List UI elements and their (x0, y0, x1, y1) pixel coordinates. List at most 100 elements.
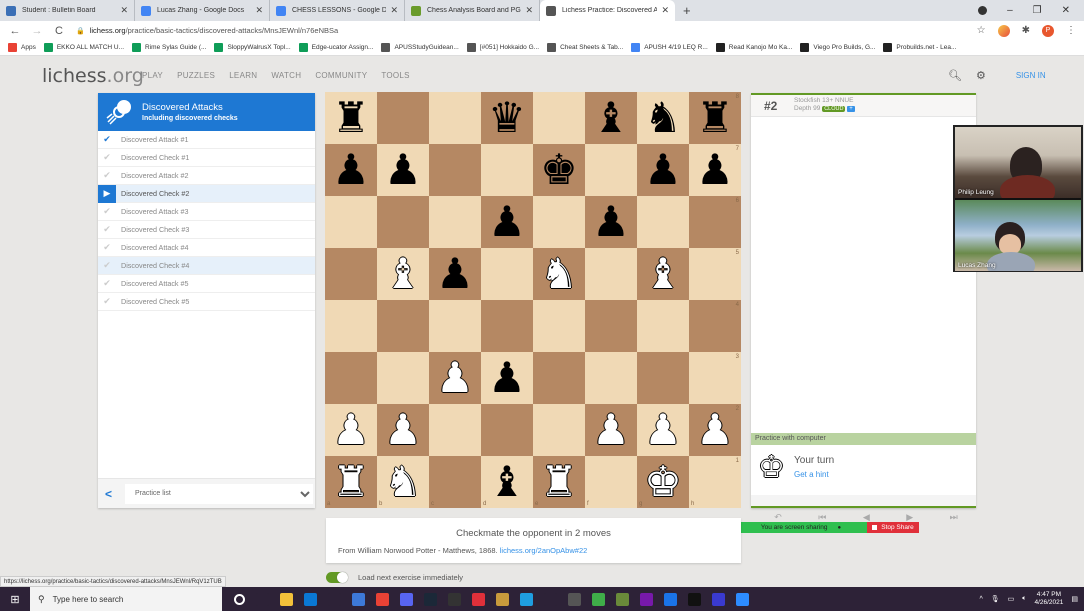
square-a1[interactable]: ♜ a (325, 456, 377, 508)
square-a8[interactable]: ♜ (325, 92, 377, 144)
mail-icon[interactable] (304, 592, 317, 606)
chevron-left-icon[interactable]: < (105, 487, 121, 501)
forward-button[interactable]: → (30, 25, 44, 37)
square-b4[interactable] (377, 300, 429, 352)
exercise-item[interactable]: ✔ Discovered Check #5 (98, 293, 315, 311)
nav-watch[interactable]: WATCH (271, 71, 301, 80)
close-tab-icon[interactable]: ✕ (390, 5, 398, 16)
black-rook-icon[interactable]: ♜ (332, 97, 370, 139)
square-f3[interactable] (585, 352, 637, 404)
square-f6[interactable]: ♟ (585, 196, 637, 248)
bookmark-item[interactable]: [#051] Hokkaido G... (466, 43, 539, 52)
square-e7[interactable]: ♚ (533, 144, 585, 196)
zoom-icon[interactable] (736, 592, 749, 606)
clock[interactable]: 4:47 PM 4/26/2021 (1034, 591, 1063, 608)
app-icon[interactable] (712, 592, 725, 606)
square-f5[interactable] (585, 248, 637, 300)
square-b7[interactable]: ♟ (377, 144, 429, 196)
white-king-icon[interactable]: ♚ (644, 461, 682, 503)
square-g3[interactable] (637, 352, 689, 404)
square-h6[interactable]: 6 (689, 196, 741, 248)
game-link[interactable]: lichess.org/2anOpAbw#22 (500, 546, 588, 555)
nav-play[interactable]: PLAY (142, 71, 163, 80)
cortana-icon[interactable] (234, 593, 245, 605)
app-icon[interactable] (328, 592, 341, 606)
square-f8[interactable]: ♝ (585, 92, 637, 144)
exercise-item[interactable]: ✔ Discovered Attack #2 (98, 167, 315, 185)
search-icon[interactable]: 🔍︎ (948, 69, 962, 82)
bookmark-item[interactable]: Cheat Sheets & Tab... (547, 43, 623, 52)
white-bishop-icon[interactable]: ♝ (644, 253, 682, 295)
square-c4[interactable] (429, 300, 481, 352)
square-c1[interactable]: c (429, 456, 481, 508)
onenote-icon[interactable] (640, 592, 653, 606)
square-a3[interactable] (325, 352, 377, 404)
browser-tab[interactable]: CHESS LESSONS - Google Docs✕ (270, 0, 405, 21)
app-icon[interactable] (616, 592, 629, 606)
square-e2[interactable] (533, 404, 585, 456)
bookmark-item[interactable]: SloppyWalrusX Topl... (214, 43, 291, 52)
white-pawn-icon[interactable]: ♟ (644, 409, 682, 451)
taskbar-search[interactable]: ⚲ Type here to search (30, 587, 222, 611)
black-pawn-icon[interactable]: ♟ (644, 149, 682, 191)
square-a6[interactable] (325, 196, 377, 248)
black-pawn-icon[interactable]: ♟ (332, 149, 370, 191)
exercise-item[interactable]: ✔ Discovered Attack #1 (98, 131, 315, 149)
black-bishop-icon[interactable]: ♝ (488, 461, 526, 503)
square-e1[interactable]: ♜ e (533, 456, 585, 508)
square-a4[interactable] (325, 300, 377, 352)
black-pawn-icon[interactable]: ♟ (436, 253, 474, 295)
minimize-button[interactable]: – (1007, 5, 1013, 16)
square-c3[interactable]: ♟ (429, 352, 481, 404)
video-call-panel[interactable]: Philip Leung Lucas Zhang (953, 125, 1083, 272)
video-tile[interactable]: Philip Leung (955, 127, 1081, 198)
close-tab-icon[interactable]: ✕ (120, 5, 128, 16)
new-tab-button[interactable]: + (675, 0, 699, 21)
steam-icon[interactable] (424, 592, 437, 606)
chevron-up-icon[interactable]: ^ (979, 596, 982, 603)
white-pawn-icon[interactable]: ♟ (696, 409, 734, 451)
square-f7[interactable] (585, 144, 637, 196)
discord-icon[interactable] (400, 592, 413, 606)
nav-puzzles[interactable]: PUZZLES (177, 71, 215, 80)
exercise-item[interactable]: ✔ Discovered Attack #5 (98, 275, 315, 293)
black-rook-icon[interactable]: ♜ (696, 97, 734, 139)
bookmark-item[interactable]: Rime Sylas Guide (... (132, 43, 206, 52)
square-c5[interactable]: ♟ (429, 248, 481, 300)
nav-tools[interactable]: TOOLS (381, 71, 409, 80)
square-b3[interactable] (377, 352, 429, 404)
nav-community[interactable]: COMMUNITY (315, 71, 367, 80)
black-pawn-icon[interactable]: ♟ (488, 201, 526, 243)
browser-tab[interactable]: Lucas Zhang - Google Docs ✕ (135, 0, 270, 21)
square-g2[interactable]: ♟ (637, 404, 689, 456)
square-g7[interactable]: ♟ (637, 144, 689, 196)
white-rook-icon[interactable]: ♜ (540, 461, 578, 503)
black-pawn-icon[interactable]: ♟ (488, 357, 526, 399)
exercise-item[interactable]: ✔ Discovered Check #3 (98, 221, 315, 239)
square-h5[interactable]: 5 (689, 248, 741, 300)
browser-tab[interactable]: Student : Bulletin Board ✕ (0, 0, 135, 21)
bookmark-star-icon[interactable]: ☆ (977, 25, 986, 36)
browser-tab[interactable]: Lichess Practice: Discovered Atta ✕ (540, 0, 675, 21)
square-c2[interactable] (429, 404, 481, 456)
microphone-icon[interactable]: 🎙︎ (991, 595, 1000, 603)
practice-list-select[interactable]: Practice list (125, 483, 313, 504)
black-king-icon[interactable]: ♚ (540, 149, 578, 191)
task-view-icon[interactable] (256, 592, 269, 606)
bookmark-item[interactable]: Edge-ucator Assign... (298, 43, 373, 52)
square-e4[interactable] (533, 300, 585, 352)
chessboard[interactable]: ♜ ♛ ♝ ♞ ♜ 8 ♟ ♟ ♚ ♟ ♟ 7 ♟ ♟ 6 ♝ ♟ ♞ ♝ 5 4 ♟ ♟ 3 ♟ ♟ ♟ ♟ ♟ 2 ♜ a ♞ b c ♝ d ♜ e f… (325, 92, 741, 508)
network-icon[interactable]: ▭ (1008, 595, 1015, 603)
black-knight-icon[interactable]: ♞ (644, 97, 682, 139)
black-pawn-icon[interactable]: ♟ (696, 149, 734, 191)
square-c6[interactable] (429, 196, 481, 248)
app-icon[interactable] (568, 592, 581, 606)
app-icon[interactable] (472, 592, 485, 606)
square-g6[interactable] (637, 196, 689, 248)
volume-icon[interactable]: 🔈︎ (1022, 595, 1026, 603)
windows-start-icon[interactable]: ⊞ (0, 593, 30, 606)
exercise-item[interactable]: ✔ Discovered Attack #3 (98, 203, 315, 221)
square-e5[interactable]: ♞ (533, 248, 585, 300)
square-e8[interactable] (533, 92, 585, 144)
black-pawn-icon[interactable]: ♟ (592, 201, 630, 243)
